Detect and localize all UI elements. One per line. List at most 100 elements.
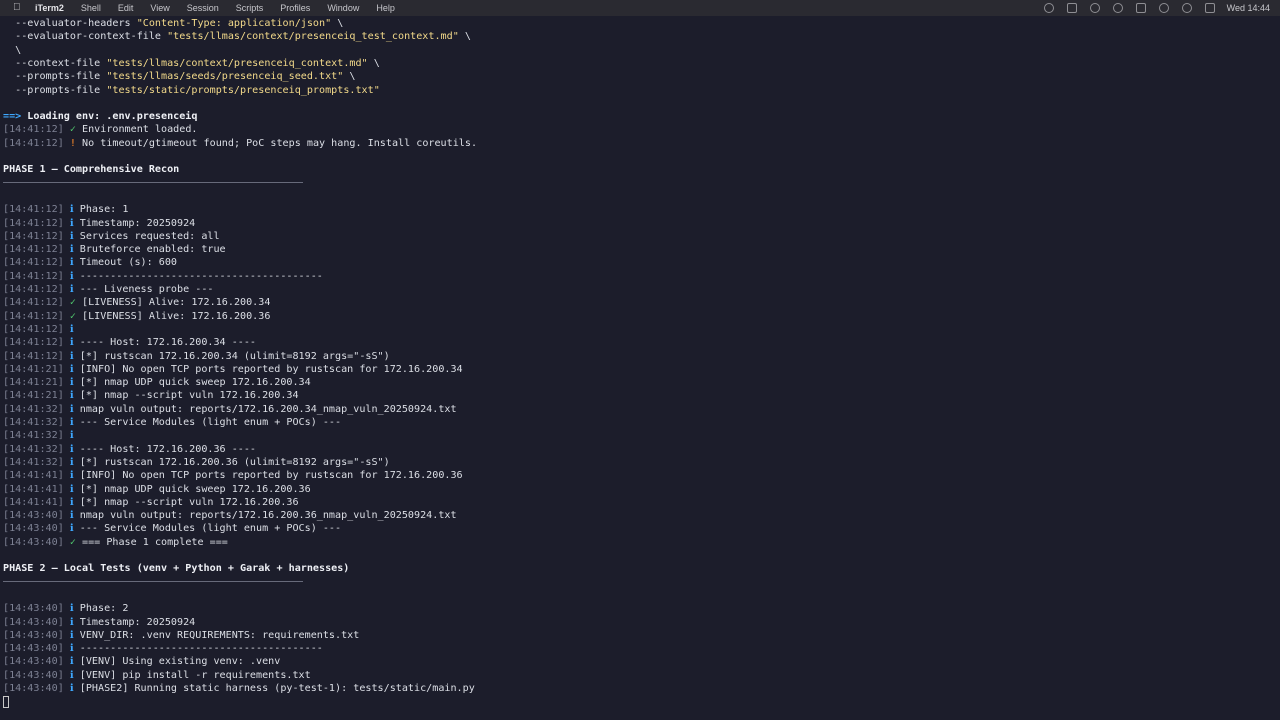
log-line: [14:41:12] ℹ Bruteforce enabled: true [3, 243, 226, 256]
status-tray: Wed 14:44 [1031, 0, 1270, 16]
info-icon: ℹ [69, 443, 74, 455]
log-line: [14:41:41] ℹ [*] nmap --script vuln 172.… [3, 496, 299, 509]
command-line: --prompts-file "tests/static/prompts/pre… [3, 84, 380, 97]
log-message: Timestamp: 20250924 [79, 616, 196, 628]
info-icon: ℹ [69, 683, 74, 694]
phase1-title: PHASE 1 — Comprehensive Recon [3, 163, 179, 176]
log-message: ---- Host: 172.16.200.36 ---- [79, 443, 257, 455]
log-message: VENV_DIR: .venv REQUIREMENTS: requiremen… [79, 629, 360, 641]
log-line: [14:41:41] ℹ [INFO] No open TCP ports re… [3, 469, 463, 482]
log-line: [14:41:21] ℹ [*] nmap --script vuln 172.… [3, 389, 299, 402]
log-timestamp: [14:41:41] [3, 496, 64, 508]
log-line: [14:41:12] ! No timeout/gtimeout found; … [3, 137, 477, 150]
log-line: [14:41:12] ℹ Timestamp: 20250924 [3, 217, 195, 230]
log-timestamp: [14:43:40] [3, 656, 64, 668]
log-message: nmap vuln output: reports/172.16.200.36_… [79, 510, 457, 522]
log-line: [14:41:12] ℹ ---------------------------… [3, 270, 323, 283]
info-icon: ℹ [69, 337, 74, 349]
wifi-icon[interactable] [1158, 3, 1169, 13]
log-timestamp: [14:41:21] [3, 363, 64, 375]
log-timestamp: [14:43:40] [3, 669, 64, 681]
log-message: Phase: 1 [79, 204, 129, 216]
log-line: [14:43:40] ℹ --- Service Modules (light … [3, 522, 341, 535]
log-line: [14:41:12] ℹ Phase: 1 [3, 203, 128, 216]
menu-window[interactable]: Window [327, 3, 359, 13]
log-timestamp: [14:43:40] [3, 536, 64, 548]
log-line: [14:41:12] ✓ [LIVENESS] Alive: 172.16.20… [3, 296, 270, 309]
focus-icon[interactable] [1112, 3, 1123, 13]
log-message: No timeout/gtimeout found; PoC steps may… [82, 137, 478, 149]
menu-scripts[interactable]: Scripts [236, 3, 264, 13]
log-timestamp: [14:43:40] [3, 603, 64, 615]
menu-view[interactable]: View [150, 3, 169, 13]
log-line: [14:41:12] ℹ [*] rustscan 172.16.200.34 … [3, 350, 390, 363]
menu-edit[interactable]: Edit [118, 3, 134, 13]
command-flag: --evaluator-context-file [3, 31, 168, 43]
control-center-icon[interactable] [1204, 3, 1215, 13]
info-icon: ℹ [69, 510, 74, 522]
log-line: [14:43:40] ℹ [VENV] Using existing venv:… [3, 655, 280, 668]
apple-logo-icon[interactable]:  [13, 3, 23, 13]
log-message: Services requested: all [79, 230, 220, 242]
terminal-window[interactable]: --evaluator-headers "Content-Type: appli… [0, 16, 1280, 720]
menu-shell[interactable]: Shell [81, 3, 101, 13]
log-timestamp: [14:43:40] [3, 629, 64, 641]
log-timestamp: [14:43:40] [3, 683, 64, 694]
log-timestamp: [14:41:32] [3, 403, 64, 415]
info-icon: ℹ [69, 217, 74, 229]
log-timestamp: [14:43:40] [3, 510, 64, 522]
record-icon[interactable] [1043, 3, 1054, 13]
log-timestamp: [14:41:32] [3, 417, 64, 428]
loading-env-line: ==> Loading env: .env.presenceiq [3, 110, 197, 123]
sync-icon[interactable] [1089, 3, 1100, 13]
search-icon[interactable] [1181, 3, 1192, 13]
log-line: [14:41:12] ℹ [3, 323, 80, 336]
phase-title: PHASE 2 — Local Tests (venv + Python + G… [3, 563, 350, 575]
log-message: [*] nmap UDP quick sweep 172.16.200.34 [79, 377, 311, 389]
log-line: [14:41:12] ℹ Services requested: all [3, 230, 220, 243]
log-timestamp: [14:41:12] [3, 217, 64, 229]
log-timestamp: [14:41:12] [3, 257, 64, 269]
info-icon: ℹ [69, 656, 74, 668]
log-line: [14:41:12] ℹ ---- Host: 172.16.200.34 --… [3, 336, 256, 349]
log-message: ---------------------------------------- [79, 270, 323, 282]
log-timestamp: [14:41:12] [3, 124, 64, 136]
log-message: ---- Host: 172.16.200.34 ---- [79, 337, 257, 349]
battery-icon[interactable] [1135, 3, 1146, 13]
info-icon: ℹ [69, 603, 74, 615]
log-message: nmap vuln output: reports/172.16.200.34_… [79, 403, 457, 415]
log-message: Phase: 2 [79, 603, 129, 615]
command-flag: \ [3, 44, 22, 56]
menu-clock[interactable]: Wed 14:44 [1227, 3, 1270, 13]
info-icon: ℹ [69, 350, 74, 362]
log-timestamp: [14:41:21] [3, 377, 64, 389]
vpn-icon[interactable] [1066, 3, 1077, 13]
check-icon: ✓ [69, 124, 76, 136]
log-line: [14:43:40] ℹ ---------------------------… [3, 642, 323, 655]
menu-help[interactable]: Help [376, 3, 395, 13]
phase-title: PHASE 1 — Comprehensive Recon [3, 164, 180, 176]
section-divider [3, 580, 303, 582]
log-timestamp: [14:41:32] [3, 456, 64, 468]
log-line: [14:41:32] ℹ --- Service Modules (light … [3, 416, 341, 429]
info-icon: ℹ [69, 470, 74, 482]
info-icon: ℹ [69, 244, 74, 256]
log-timestamp: [14:41:12] [3, 244, 64, 256]
log-message: Environment loaded. [82, 124, 198, 136]
info-icon: ℹ [69, 456, 74, 468]
log-timestamp: [14:41:12] [3, 310, 64, 322]
menu-session[interactable]: Session [187, 3, 219, 13]
log-timestamp: [14:41:41] [3, 470, 64, 482]
menu-profiles[interactable]: Profiles [280, 3, 310, 13]
log-line: [14:41:41] ℹ [*] nmap UDP quick sweep 17… [3, 483, 311, 496]
log-line: [14:43:40] ✓ === Phase 1 complete === [3, 536, 228, 549]
info-icon: ℹ [69, 430, 74, 442]
log-line: [14:41:12] ✓ [LIVENESS] Alive: 172.16.20… [3, 310, 270, 323]
menu-app-name[interactable]: iTerm2 [35, 3, 64, 13]
log-line: [14:43:40] ℹ [PHASE2] Running static har… [3, 682, 475, 695]
log-line: [14:41:21] ℹ [INFO] No open TCP ports re… [3, 363, 463, 376]
check-icon: ✓ [69, 297, 76, 309]
log-line: [14:41:32] ℹ [*] rustscan 172.16.200.36 … [3, 456, 390, 469]
terminal-cursor[interactable] [3, 696, 9, 709]
section-divider [3, 181, 303, 183]
